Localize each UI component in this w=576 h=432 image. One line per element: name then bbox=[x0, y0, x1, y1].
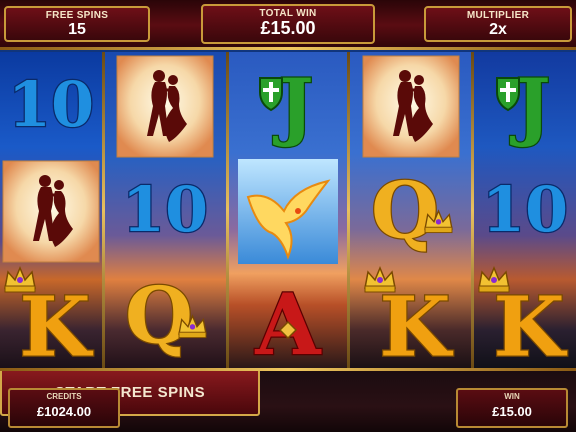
reel-divider bbox=[226, 52, 229, 368]
total-win-panel: TOTAL WIN £15.00 bbox=[201, 4, 375, 44]
reel-cell bbox=[350, 54, 471, 159]
crown-icon bbox=[4, 266, 36, 293]
win-label: WIN bbox=[504, 392, 520, 401]
reel-cell: A bbox=[229, 264, 347, 369]
win-panel: WIN £15.00 bbox=[456, 388, 568, 428]
svg-text:10: 10 bbox=[122, 173, 208, 246]
reel-cell: J bbox=[474, 54, 576, 159]
svg-text:10: 10 bbox=[482, 173, 568, 246]
reel-divider bbox=[102, 52, 105, 368]
reel-cell: 10 bbox=[104, 159, 226, 264]
svg-text:K: K bbox=[493, 279, 567, 369]
top-gold-trim bbox=[0, 47, 576, 50]
svg-text:Q: Q bbox=[125, 271, 193, 362]
reel-cell: K bbox=[474, 264, 576, 369]
reel-cell bbox=[104, 54, 226, 159]
crown-icon bbox=[478, 266, 510, 293]
multiplier-value: 2x bbox=[489, 21, 507, 38]
reel-5: J 10 K bbox=[474, 52, 576, 369]
symbol-ten: 10 bbox=[481, 172, 570, 248]
reel-cell: 10 bbox=[0, 54, 102, 159]
reel-cell: Q bbox=[104, 264, 226, 369]
svg-text:K: K bbox=[19, 279, 93, 369]
reel-cell bbox=[0, 159, 102, 264]
dancing-couple-icon bbox=[2, 160, 100, 263]
crown-icon bbox=[363, 266, 396, 293]
symbol-king: K bbox=[4, 266, 95, 369]
reel-3: JA bbox=[229, 52, 347, 369]
reel-1: 10 K bbox=[0, 52, 102, 369]
reel-divider bbox=[347, 52, 350, 368]
credits-panel: CREDITS £1024.00 bbox=[8, 388, 120, 428]
symbol-ace: A bbox=[253, 274, 324, 369]
bottom-gold-trim bbox=[0, 368, 576, 371]
symbol-queen: Q bbox=[369, 164, 453, 258]
svg-text:Q: Q bbox=[371, 166, 439, 257]
symbol-queen: Q bbox=[124, 269, 207, 363]
free-spins-panel: FREE SPINS 15 bbox=[4, 6, 150, 42]
svg-text:J: J bbox=[272, 64, 313, 150]
symbol-ten: 10 bbox=[7, 67, 96, 143]
svg-text:10: 10 bbox=[8, 68, 94, 141]
symbol-king: K bbox=[478, 266, 569, 369]
reel-cell: 10 bbox=[474, 159, 576, 264]
dancing-couple-icon bbox=[116, 55, 214, 158]
reel-cell: K bbox=[350, 264, 471, 369]
multiplier-panel: MULTIPLIER 2x bbox=[424, 6, 572, 42]
reel-2: 10 Q bbox=[104, 52, 226, 368]
reel-cell: K bbox=[0, 264, 102, 369]
symbol-ten: 10 bbox=[121, 172, 210, 248]
top-bar: FREE SPINS 15 TOTAL WIN £15.00 MULTIPLIE… bbox=[0, 0, 576, 50]
free-spins-label: FREE SPINS bbox=[45, 10, 109, 21]
reel-grid: 10K10QJAQKJ10K bbox=[0, 52, 576, 369]
credits-value: £1024.00 bbox=[36, 404, 92, 419]
credits-label: CREDITS bbox=[46, 392, 82, 401]
symbol-jack: J bbox=[259, 62, 315, 151]
reel-4: QK bbox=[350, 52, 471, 369]
reel-cell: Q bbox=[350, 159, 471, 264]
svg-text:J: J bbox=[509, 64, 550, 150]
multiplier-label: MULTIPLIER bbox=[466, 10, 530, 21]
win-value: £15.00 bbox=[492, 404, 532, 419]
phoenix-bird-icon bbox=[238, 159, 338, 264]
symbol-jack: J bbox=[496, 62, 552, 151]
reel-cell bbox=[229, 159, 347, 264]
free-spins-value: 15 bbox=[68, 21, 86, 38]
symbol-king: K bbox=[363, 266, 454, 369]
total-win-value: £15.00 bbox=[260, 18, 316, 38]
bottom-bar: CREDITS £1024.00 START FREE SPINS WIN £1… bbox=[0, 368, 576, 432]
reel-divider bbox=[471, 52, 474, 368]
reel-cell: J bbox=[229, 54, 347, 159]
svg-text:K: K bbox=[379, 279, 453, 369]
dancing-couple-icon bbox=[362, 55, 459, 158]
